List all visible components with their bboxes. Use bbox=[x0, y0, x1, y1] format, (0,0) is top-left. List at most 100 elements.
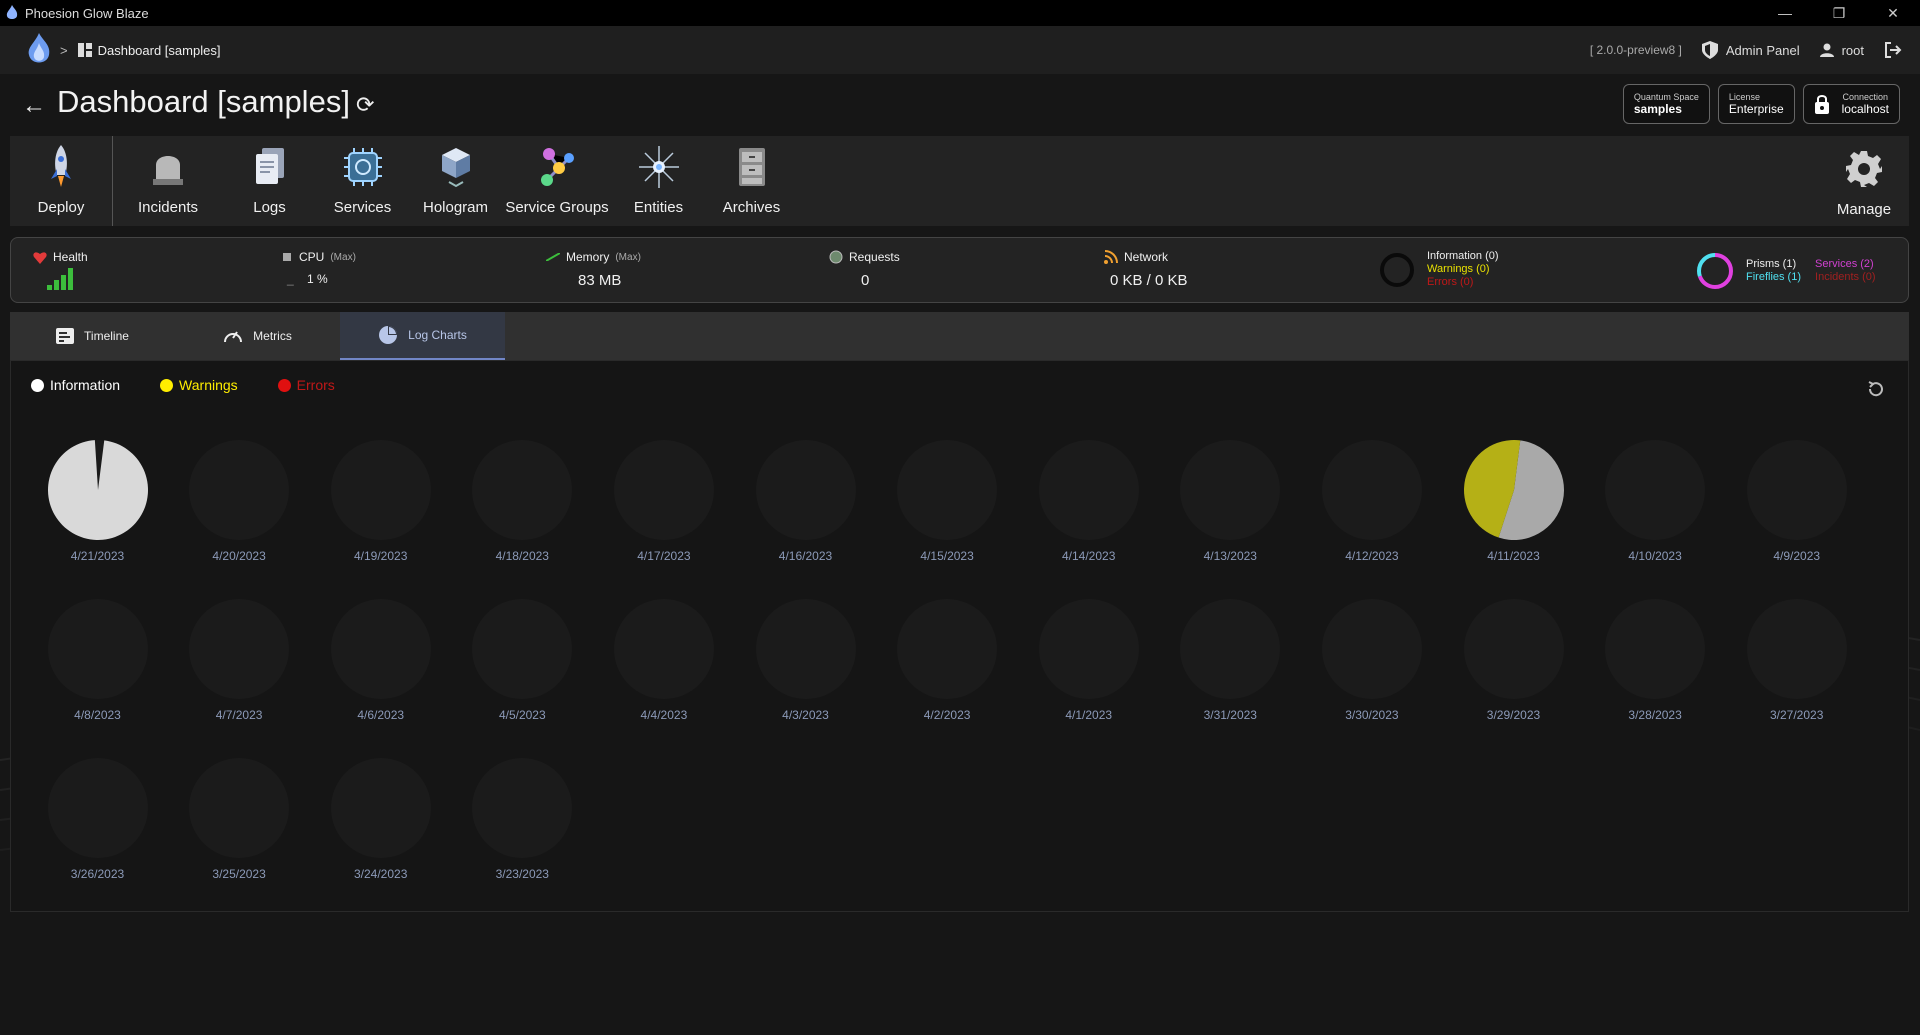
quantum-space-chip[interactable]: Quantum Space samples bbox=[1622, 84, 1710, 124]
user-menu[interactable]: root bbox=[1819, 43, 1864, 58]
entity-summary[interactable]: Prisms (1) Fireflies (1) Services (2) In… bbox=[1696, 252, 1876, 290]
memory-stat: Memory (Max) 83 MB bbox=[546, 250, 641, 289]
pie-date-label: 4/1/2023 bbox=[1065, 708, 1113, 722]
toolbar-deploy[interactable]: Deploy bbox=[10, 136, 113, 226]
pie-chart[interactable]: 4/1/2023 bbox=[1018, 598, 1159, 722]
log-errors-count: Errors (0) bbox=[1427, 276, 1474, 288]
log-information-count: Information (0) bbox=[1427, 250, 1499, 262]
pie-chart[interactable]: 4/19/2023 bbox=[310, 439, 451, 563]
pie-chart[interactable]: 4/15/2023 bbox=[877, 439, 1018, 563]
pie-chart[interactable]: 3/29/2023 bbox=[1443, 598, 1584, 722]
minimize-button[interactable]: — bbox=[1758, 0, 1812, 26]
pie-chart-svg bbox=[1180, 599, 1281, 699]
pie-date-label: 4/10/2023 bbox=[1628, 549, 1682, 563]
pie-chart[interactable]: 3/31/2023 bbox=[1160, 598, 1301, 722]
pie-date-label: 4/3/2023 bbox=[782, 708, 829, 722]
connection-label: Connection bbox=[1842, 92, 1889, 102]
pie-chart[interactable]: 4/20/2023 bbox=[169, 439, 310, 563]
pie-chart-svg bbox=[189, 758, 290, 858]
toolbar-deploy-label: Deploy bbox=[37, 199, 85, 216]
pie-chart-svg bbox=[1463, 599, 1564, 699]
legend-warnings[interactable]: Warnings bbox=[160, 377, 238, 393]
pie-slice-empty bbox=[47, 758, 148, 858]
pie-chart[interactable]: 4/4/2023 bbox=[593, 598, 734, 722]
breadcrumb[interactable]: Dashboard [samples] bbox=[77, 43, 220, 58]
toolbar-hologram[interactable]: Hologram bbox=[409, 136, 502, 226]
pie-chart-svg bbox=[189, 599, 290, 699]
gear-icon bbox=[1846, 151, 1882, 187]
quantum-space-label: Quantum Space bbox=[1633, 92, 1699, 102]
toolbar-manage[interactable]: Manage bbox=[1829, 136, 1899, 226]
tab-metrics[interactable]: Metrics bbox=[175, 312, 340, 360]
toolbar-entities[interactable]: Entities bbox=[612, 136, 705, 226]
logout-icon[interactable] bbox=[1884, 41, 1902, 59]
pie-chart[interactable]: 4/9/2023 bbox=[1726, 439, 1867, 563]
license-chip[interactable]: License Enterprise bbox=[1717, 84, 1795, 124]
pie-slice-empty bbox=[1605, 599, 1706, 699]
pie-chart[interactable]: 4/7/2023 bbox=[169, 598, 310, 722]
pie-chart[interactable]: 4/3/2023 bbox=[735, 598, 876, 722]
pie-chart[interactable]: 4/13/2023 bbox=[1160, 439, 1301, 563]
toolbar-archives[interactable]: Archives bbox=[705, 136, 798, 226]
pie-chart[interactable]: 4/11/2023 bbox=[1443, 439, 1584, 563]
toolbar-archives-label: Archives bbox=[722, 199, 781, 216]
log-charts-panel: Information Warnings Errors 4/21/2023 4/2… bbox=[10, 360, 1909, 912]
toolbar-logs[interactable]: Logs bbox=[223, 136, 316, 226]
pie-chart[interactable]: 4/16/2023 bbox=[735, 439, 876, 563]
pie-chart[interactable]: 3/24/2023 bbox=[310, 757, 451, 881]
memory-icon bbox=[546, 253, 560, 261]
pie-date-label: 3/25/2023 bbox=[212, 867, 266, 881]
pie-chart[interactable]: 4/17/2023 bbox=[593, 439, 734, 563]
toolbar-service-groups[interactable]: Service Groups bbox=[502, 136, 612, 226]
tab-timeline[interactable]: Timeline bbox=[10, 312, 175, 360]
pie-chart[interactable]: 4/5/2023 bbox=[452, 598, 593, 722]
pie-slice-empty bbox=[1038, 599, 1139, 699]
toolbar-incidents-label: Incidents bbox=[137, 199, 199, 216]
legend-information[interactable]: Information bbox=[31, 377, 120, 393]
log-warnings-count: Warnings (0) bbox=[1427, 263, 1490, 275]
pie-chart[interactable]: 3/27/2023 bbox=[1726, 598, 1867, 722]
pie-date-label: 4/11/2023 bbox=[1487, 549, 1540, 563]
pie-slice-empty bbox=[897, 440, 998, 540]
pie-chart[interactable]: 3/23/2023 bbox=[452, 757, 593, 881]
pie-chart[interactable]: 4/18/2023 bbox=[452, 439, 593, 563]
pie-chart-svg bbox=[47, 758, 148, 858]
legend-errors[interactable]: Errors bbox=[277, 377, 335, 393]
back-arrow-icon[interactable]: ← bbox=[22, 92, 46, 120]
pie-chart[interactable]: 3/28/2023 bbox=[1585, 598, 1726, 722]
log-ring-chart bbox=[1380, 252, 1414, 287]
pie-date-label: 4/19/2023 bbox=[353, 549, 408, 563]
pie-chart[interactable]: 3/25/2023 bbox=[169, 757, 310, 881]
pie-chart[interactable]: 4/21/2023 bbox=[27, 439, 168, 563]
legend-warnings-label: Warnings bbox=[179, 377, 238, 393]
pie-chart[interactable]: 4/12/2023 bbox=[1301, 439, 1442, 563]
restore-button[interactable]: ❐ bbox=[1812, 0, 1866, 26]
dashboard-tabs: Timeline Metrics Log Charts bbox=[10, 312, 1909, 360]
pie-chart[interactable]: 4/8/2023 bbox=[27, 598, 168, 722]
pie-chart[interactable]: 3/30/2023 bbox=[1301, 598, 1442, 722]
admin-panel-link[interactable]: Admin Panel bbox=[1701, 41, 1800, 59]
tab-log-charts[interactable]: Log Charts bbox=[340, 312, 505, 360]
refresh-icon[interactable]: ⟳ bbox=[356, 92, 374, 118]
pie-chart[interactable]: 4/2/2023 bbox=[877, 598, 1018, 722]
pie-date-label: 4/4/2023 bbox=[640, 708, 688, 722]
toolbar-incidents[interactable]: Incidents bbox=[113, 136, 223, 226]
flame-logo-icon[interactable] bbox=[26, 33, 52, 67]
log-summary[interactable]: Information (0) Warnings (0) Errors (0) bbox=[1379, 250, 1499, 289]
pie-chart[interactable]: 4/10/2023 bbox=[1585, 439, 1726, 563]
fireflies-count: Fireflies (1) bbox=[1746, 271, 1802, 283]
cpu-value: 1 % bbox=[307, 272, 328, 286]
toolbar-services[interactable]: Services bbox=[316, 136, 409, 226]
reset-zoom-icon[interactable] bbox=[1866, 379, 1886, 399]
cpu-stat: CPU (Max) _ 1 % bbox=[281, 250, 356, 286]
connection-chip[interactable]: Connection localhost bbox=[1802, 84, 1900, 124]
pie-chart-svg bbox=[1746, 440, 1847, 540]
pie-chart[interactable]: 3/26/2023 bbox=[27, 757, 168, 881]
pie-chart-svg bbox=[330, 440, 431, 540]
version-label: [ 2.0.0-preview8 ] bbox=[1589, 43, 1682, 57]
pie-chart[interactable]: 4/14/2023 bbox=[1018, 439, 1159, 563]
pie-date-label: 4/16/2023 bbox=[778, 549, 833, 563]
pie-slice-empty bbox=[1463, 599, 1564, 699]
close-button[interactable]: ✕ bbox=[1866, 0, 1920, 26]
pie-chart[interactable]: 4/6/2023 bbox=[310, 598, 451, 722]
